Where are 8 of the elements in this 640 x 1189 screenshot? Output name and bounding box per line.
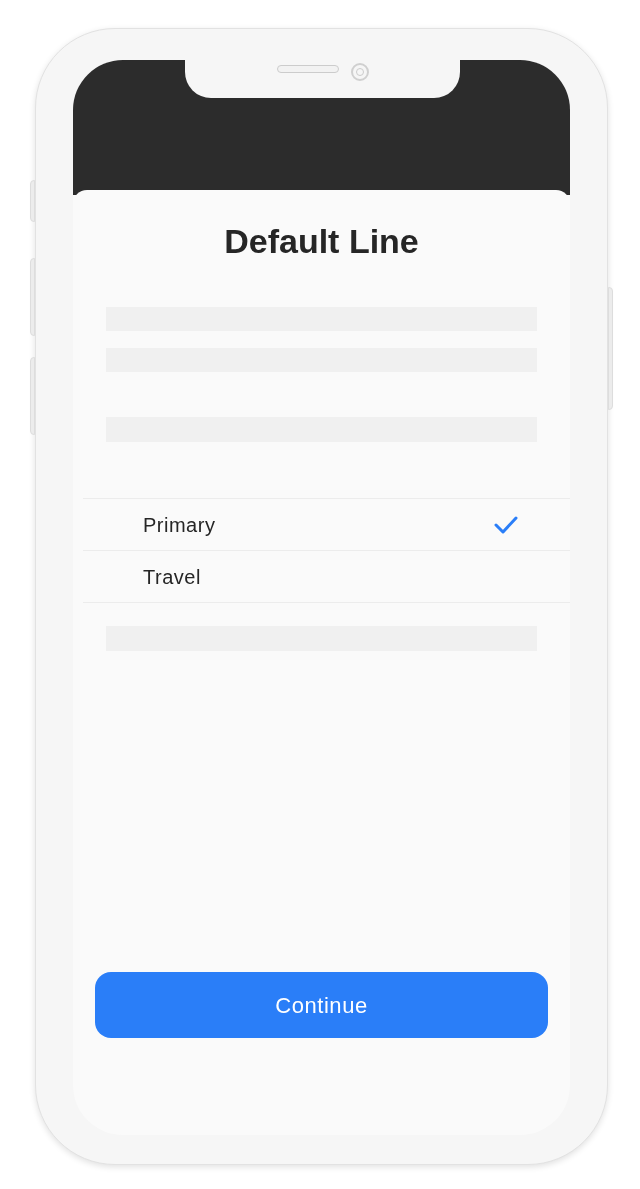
line-option[interactable]: Primary bbox=[83, 499, 570, 551]
screen-title: Default Line bbox=[224, 221, 419, 261]
option-label: Travel bbox=[143, 564, 202, 590]
option-label: Primary bbox=[143, 512, 217, 538]
continue-button[interactable]: Continue bbox=[95, 972, 548, 1038]
speaker-icon bbox=[276, 65, 339, 73]
line-option[interactable]: Travel bbox=[83, 551, 570, 603]
camera-icon bbox=[350, 63, 369, 81]
